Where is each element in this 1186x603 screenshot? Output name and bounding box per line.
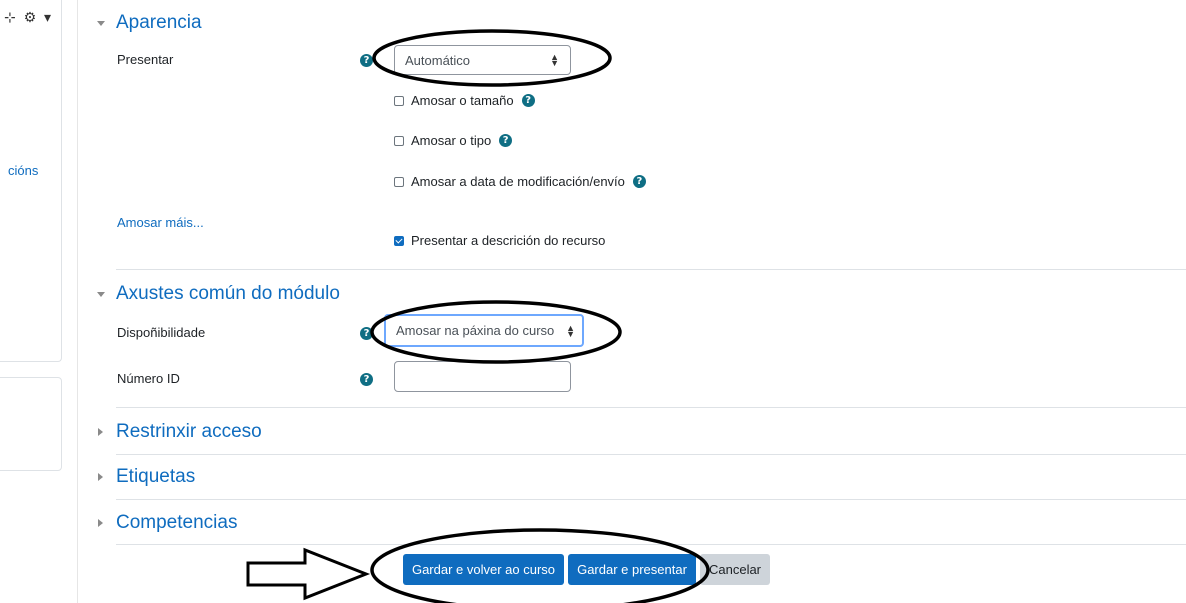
sidebar-link[interactable]: cións (8, 163, 38, 178)
availability-select[interactable]: Amosar na páxina do curso ▲ ▼ (384, 314, 584, 347)
question-circle-icon[interactable]: ? (499, 134, 513, 147)
section-divider (116, 499, 1186, 500)
section-common-header[interactable]: Axustes común do módulo (97, 283, 340, 305)
section-restrict-access-title: Restrinxir acceso (116, 421, 262, 442)
checkbox-show-size-label: Amosar o tamaño (411, 93, 514, 108)
checkbox-show-date-box[interactable] (394, 176, 404, 187)
availability-select-value: Amosar na páxina do curso (396, 323, 555, 338)
cancel-button[interactable]: Cancelar (700, 554, 770, 585)
caret-right-icon (98, 519, 103, 527)
caret-down-icon (97, 21, 105, 26)
display-select[interactable]: Automático ▲ ▼ (394, 45, 571, 75)
checkbox-show-type-label: Amosar o tipo (411, 133, 492, 148)
checkbox-show-size[interactable]: Amosar o tamaño ? (394, 93, 535, 108)
sort-icon: ▲ ▼ (550, 52, 559, 68)
section-tags-header[interactable]: Etiquetas (97, 466, 195, 488)
show-more-link[interactable]: Amosar máis... (117, 215, 204, 230)
left-block (0, 0, 62, 362)
idnumber-label: Número ID (117, 371, 180, 386)
checkbox-show-date[interactable]: Amosar a data de modificación/envío ? (394, 174, 646, 189)
caret-down-icon (97, 292, 105, 297)
question-circle-icon[interactable]: ? (360, 327, 373, 340)
save-return-button[interactable]: Gardar e volver ao curso (403, 554, 564, 585)
checkbox-show-description-box[interactable] (394, 235, 404, 246)
section-common-title: Axustes común do módulo (116, 283, 340, 304)
checkbox-show-description-label: Presentar a descrición do recurso (411, 233, 606, 248)
section-tags-title: Etiquetas (116, 466, 196, 487)
section-divider (116, 454, 1186, 455)
display-select-value: Automático (405, 52, 471, 68)
caret-right-icon (98, 473, 103, 481)
save-display-button[interactable]: Gardar e presentar (568, 554, 696, 585)
section-divider (116, 407, 1186, 408)
section-competencies-title: Competencias (116, 512, 238, 533)
column-divider (77, 0, 78, 603)
availability-label: Dispoñibilidade (117, 325, 206, 340)
checkbox-show-type[interactable]: Amosar o tipo ? (394, 133, 513, 148)
idnumber-input[interactable] (394, 361, 571, 392)
caret-right-icon (98, 428, 103, 436)
checkbox-show-description[interactable]: Presentar a descrición do recurso (394, 233, 605, 248)
display-label: Presentar (117, 52, 174, 67)
question-circle-icon[interactable]: ? (360, 54, 373, 67)
block-actions-icon[interactable]: ⊹ ⚙ ▾ (4, 9, 53, 26)
question-circle-icon[interactable]: ? (521, 94, 535, 107)
checkbox-show-date-label: Amosar a data de modificación/envío (411, 174, 625, 189)
checkbox-show-size-box[interactable] (394, 95, 404, 106)
section-divider (116, 269, 1186, 270)
question-circle-icon[interactable]: ? (360, 373, 373, 386)
section-divider (116, 544, 1186, 545)
section-competencies-header[interactable]: Competencias (97, 512, 237, 534)
annotation-arrow-icon (246, 547, 371, 601)
question-circle-icon[interactable]: ? (632, 175, 646, 188)
left-block-secondary (0, 377, 62, 471)
checkbox-show-type-box[interactable] (394, 135, 404, 146)
section-appearance-header[interactable]: Aparencia (97, 12, 202, 34)
section-appearance-title: Aparencia (116, 12, 202, 33)
section-restrict-access-header[interactable]: Restrinxir acceso (97, 421, 262, 443)
sort-icon: ▲ ▼ (566, 322, 575, 339)
